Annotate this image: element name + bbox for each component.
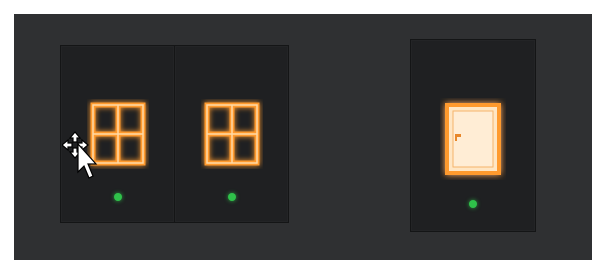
window-switch-1[interactable] [60,45,175,223]
door-switch[interactable] [410,39,536,232]
control-panel [14,14,592,260]
status-indicator [227,193,236,201]
window-switch-2[interactable] [174,45,289,223]
door-icon [445,103,501,175]
status-indicator [113,193,122,201]
window-icon [90,102,145,166]
status-indicator [469,200,477,208]
screenshot-frame [0,0,599,260]
window-icon [204,102,259,166]
